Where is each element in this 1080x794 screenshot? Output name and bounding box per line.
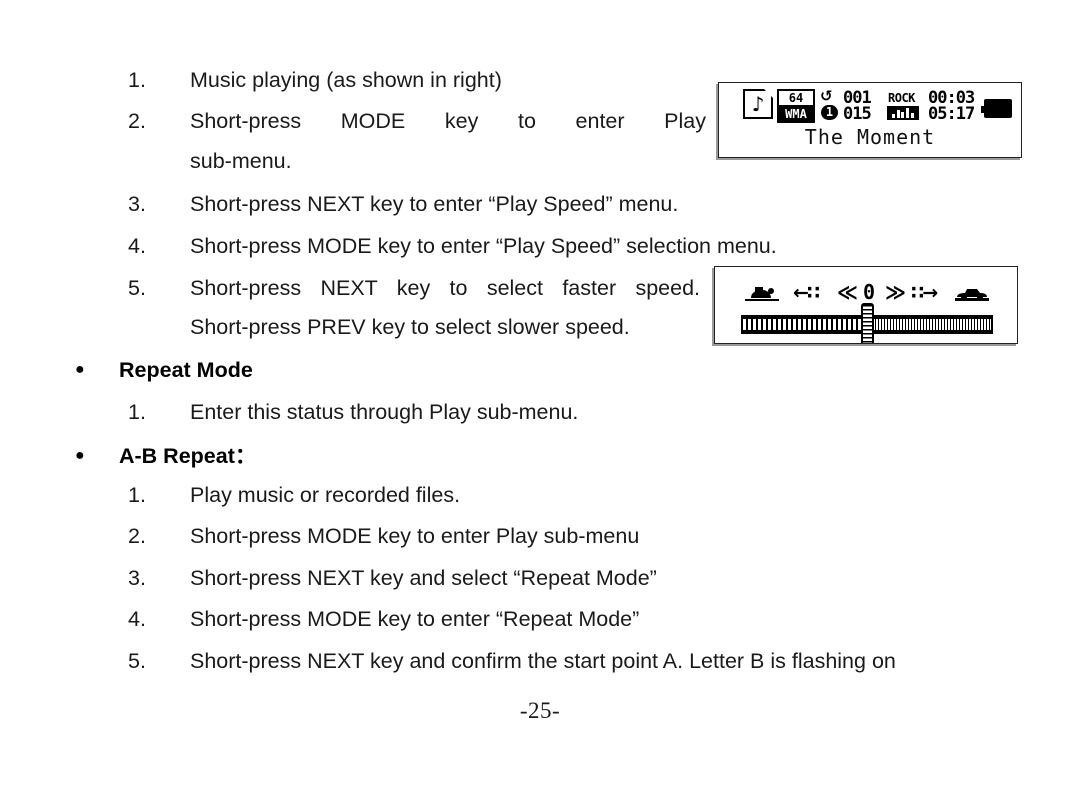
list-item-number: 1. — [128, 400, 146, 424]
heading-text: A-B Repeat： — [119, 444, 257, 468]
list-item-number: 3. — [128, 566, 146, 590]
play-speed-lcd: ←∷ ≪ 0 ≫ ∷→ — [714, 266, 1018, 344]
list-item-text: Short-press NEXT key and select “Repeat … — [190, 566, 657, 590]
list-item-number: 2. — [128, 524, 146, 548]
page-number: -25- — [519, 698, 561, 723]
list-item: 3. Short-press NEXT key and select “Repe… — [128, 564, 828, 592]
list-item-number: 5. — [128, 276, 146, 300]
list-item-text: Short-press MODE key to enter “Play Spee… — [190, 234, 777, 258]
lcd-screen-content: ←∷ ≪ 0 ≫ ∷→ — [715, 267, 1017, 343]
list-item: 5. Short-press NEXT key and confirm the … — [128, 647, 1028, 675]
list-item-text: Short-press MODE key to enter Play sub-m… — [190, 524, 640, 548]
music-file-icon — [743, 89, 773, 119]
car-fast-icon — [955, 289, 989, 301]
track-duration: 05:17 — [928, 104, 975, 124]
list-item-text: Play music or recorded files. — [190, 483, 461, 507]
list-item: 3. Short-press NEXT key to enter “Play S… — [128, 190, 928, 218]
speed-value: 0 — [863, 280, 876, 304]
list-item-continuation: Short-press PREV key to select slower sp… — [190, 313, 630, 341]
genre-label: ROCK — [888, 91, 915, 105]
total-tracks: 015 — [843, 104, 872, 124]
list-item-number: 4. — [128, 607, 146, 631]
turtle-slow-icon — [745, 287, 779, 301]
lcd-screen-content: 64 WMA ↺ 1 001 ROCK 00:03 015 05:17 The … — [719, 83, 1021, 157]
list-item-text: Short-press MODE key to enter “Repeat Mo… — [190, 607, 640, 631]
list-item-continuation: sub-menu. — [190, 147, 292, 175]
now-playing-lcd: 64 WMA ↺ 1 001 ROCK 00:03 015 05:17 The … — [718, 82, 1022, 158]
speed-bar-left-segment — [743, 319, 867, 330]
list-item: 4. Short-press MODE key to enter “Repeat… — [128, 605, 828, 633]
list-item: 1. Music playing (as shown in right) — [128, 66, 728, 94]
list-item-number: 5. — [128, 649, 146, 673]
track-title: The Moment — [804, 125, 936, 149]
format-label: WMA — [777, 106, 815, 123]
heading-repeat-mode: ● Repeat Mode — [75, 358, 253, 383]
bullet-icon: ● — [75, 361, 85, 378]
list-item: 4. Short-press MODE key to enter “Play S… — [128, 232, 958, 260]
list-item-text-cont: Short-press PREV key to select slower sp… — [190, 315, 630, 339]
battery-full-icon — [981, 99, 1012, 118]
loop-icon: ↺ — [820, 87, 833, 105]
list-item-number: 1. — [128, 68, 146, 92]
list-item: 2. Short-press MODE key to enter Play su… — [128, 522, 828, 550]
heading-ab-repeat: ● A-B Repeat： — [75, 439, 256, 470]
equalizer-icon — [887, 106, 919, 120]
list-item-text-cont: sub-menu. — [190, 149, 292, 173]
list-item-number: 3. — [128, 192, 146, 216]
list-item-text: Enter this status through Play sub-menu. — [190, 400, 579, 424]
list-item-text: Short-press MODE key to enter Play — [190, 109, 706, 133]
list-item-text: Short-press NEXT key to select faster sp… — [190, 276, 700, 300]
chevron-right-icon: ≫ — [885, 280, 906, 304]
speed-slider-handle[interactable] — [861, 303, 874, 343]
format-badge: 64 WMA — [777, 89, 815, 123]
arrow-right-icon: ∷→ — [911, 282, 938, 304]
repeat-one-icon: 1 — [821, 105, 838, 120]
bullet-icon: ● — [75, 447, 85, 464]
list-item-number: 2. — [128, 109, 146, 133]
bitrate-label: 64 — [777, 89, 815, 106]
chevron-left-icon: ≪ — [837, 280, 858, 304]
list-item: 1. Play music or recorded files. — [128, 481, 728, 509]
list-item-text: Music playing (as shown in right) — [190, 68, 502, 92]
list-item-number: 1. — [128, 483, 146, 507]
list-item: 1. Enter this status through Play sub-me… — [128, 398, 728, 426]
list-item-text: Short-press NEXT key and confirm the sta… — [190, 649, 896, 673]
heading-text: Repeat Mode — [119, 358, 253, 382]
list-item-number: 4. — [128, 234, 146, 258]
arrow-left-icon: ←∷ — [793, 282, 820, 304]
document-page: 1. Music playing (as shown in right) 2. … — [0, 0, 1080, 794]
list-item: 2. Short-press MODE key to enter Play — [128, 107, 708, 135]
list-item: 5. Short-press NEXT key to select faster… — [128, 274, 713, 302]
speed-bar-right-segment — [867, 319, 991, 330]
list-item-text: Short-press NEXT key to enter “Play Spee… — [190, 192, 679, 216]
